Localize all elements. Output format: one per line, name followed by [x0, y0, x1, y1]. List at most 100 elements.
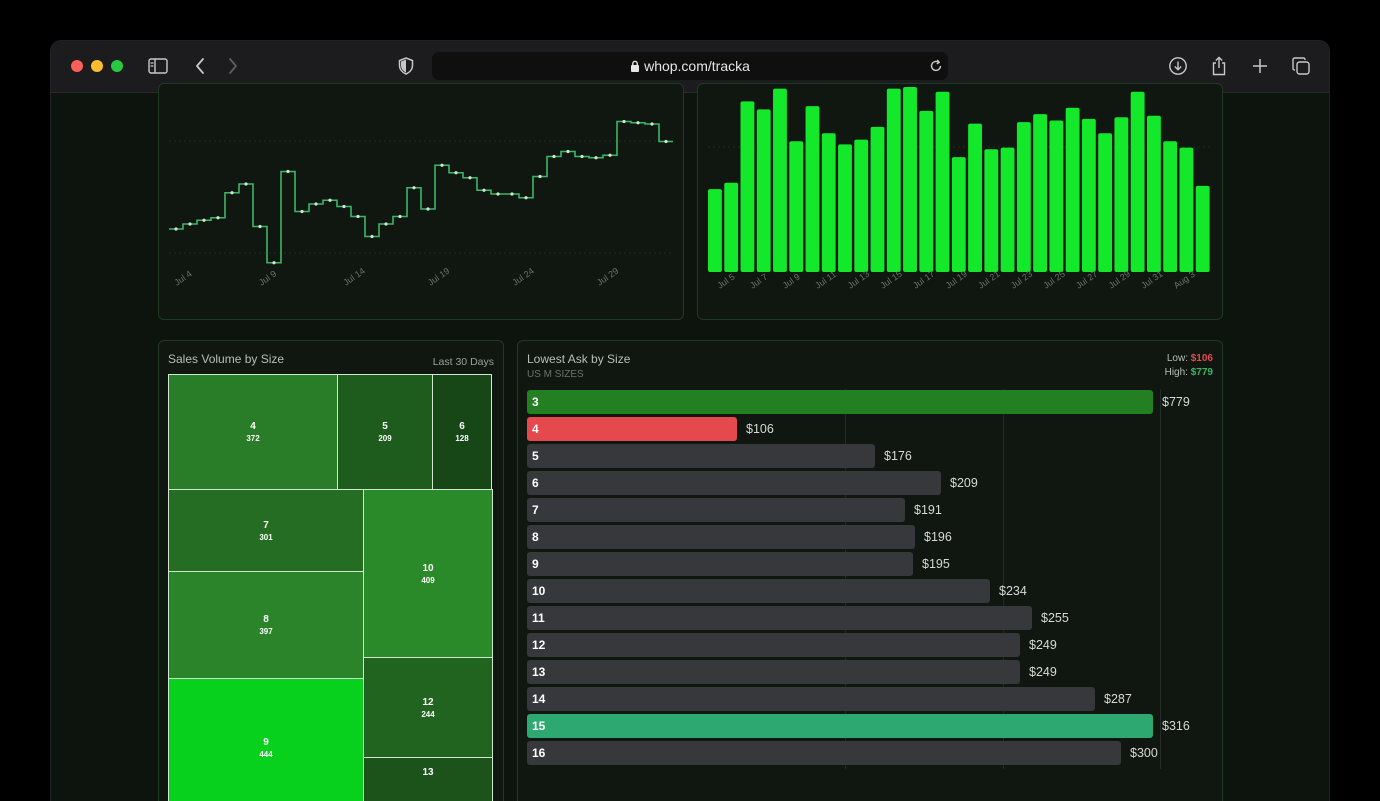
- sales-bar: [773, 88, 787, 273]
- sales-bar: [789, 141, 804, 272]
- price-point: [174, 227, 178, 231]
- ask-row-size-5[interactable]: 5 $176: [527, 444, 1217, 468]
- sales-bar: [903, 87, 917, 272]
- lowest-ask-panel: Lowest Ask by Size US M SIZES Low: $106 …: [517, 340, 1223, 801]
- price-point: [482, 188, 486, 192]
- ask-bar-size: 9: [532, 557, 539, 571]
- sidebar-icon[interactable]: [146, 54, 170, 78]
- treemap-cell-size-4[interactable]: 4 372: [168, 374, 338, 490]
- ask-bar-size: 16: [532, 746, 546, 760]
- ask-row-size-8[interactable]: 8 $196: [527, 525, 1217, 549]
- sales-bar: [984, 149, 999, 272]
- sales-volume-panel: Sales Volume by Size Last 30 Days 4 372 5 2…: [158, 340, 504, 801]
- treemap-cell-size-5[interactable]: 5 209: [337, 374, 433, 490]
- sales-bar: [1130, 91, 1145, 272]
- price-point: [510, 192, 514, 196]
- ask-bar: 9: [527, 552, 913, 576]
- price-point: [622, 119, 626, 124]
- download-icon[interactable]: [1166, 54, 1190, 78]
- minimize-window-button[interactable]: [91, 60, 103, 72]
- shield-icon[interactable]: [394, 54, 418, 78]
- daily-sales-chart: Jul 5 Jul 7 Jul 9 Jul 11 Jul 13 Jul 15 Jul 17 J…: [708, 87, 1212, 291]
- price-point: [230, 191, 234, 195]
- price-line: [169, 120, 673, 264]
- sales-bar: [1081, 118, 1096, 273]
- price-point: [202, 218, 206, 222]
- ask-row-size-15[interactable]: 15 $316: [527, 714, 1217, 738]
- sales-bar: [756, 109, 771, 272]
- ask-bar-price: $176: [884, 449, 912, 463]
- new-tab-icon[interactable]: [1248, 54, 1272, 78]
- ask-bar-list: 3 $779 4 $106 5 $176 6 $209 7 $191 8 $196 9 $195 10 $23…: [518, 390, 1222, 770]
- sales-bar: [1114, 117, 1129, 272]
- lowest-ask-subtitle: US M SIZES: [527, 369, 584, 380]
- ask-bar-size: 15: [532, 719, 546, 733]
- treemap-cell-volume: 244: [421, 709, 435, 719]
- price-point: [216, 216, 220, 220]
- ask-bar-size: 8: [532, 530, 539, 544]
- price-range-legend: Low: $106 High: $779: [1165, 352, 1213, 380]
- zoom-window-button[interactable]: [111, 60, 123, 72]
- sales-x-tick: Jul 9: [781, 272, 802, 291]
- price-x-tick: Jul 9: [257, 269, 278, 288]
- share-icon[interactable]: [1207, 54, 1231, 78]
- ask-bar-price: $249: [1029, 665, 1057, 679]
- ask-row-size-6[interactable]: 6 $209: [527, 471, 1217, 495]
- price-point: [650, 122, 654, 126]
- price-point: [272, 261, 276, 265]
- treemap-cell-size: 8: [263, 614, 269, 625]
- ask-bar-size: 4: [532, 422, 539, 436]
- price-point: [496, 192, 500, 196]
- ask-row-size-13[interactable]: 13 $249: [527, 660, 1217, 684]
- treemap-cell-size-8[interactable]: 8 397: [168, 571, 364, 679]
- sales-bar: [1195, 185, 1210, 272]
- treemap-cell-size: 12: [422, 696, 434, 708]
- treemap-cell-volume: 409: [421, 575, 435, 585]
- treemap-cell-size-7[interactable]: 7 301: [168, 489, 364, 572]
- lock-icon: [631, 60, 640, 72]
- ask-row-size-4[interactable]: 4 $106: [527, 417, 1217, 441]
- treemap-cell-size-6[interactable]: 6 128: [432, 374, 492, 490]
- ask-row-size-11[interactable]: 11 $255: [527, 606, 1217, 630]
- ask-bar-price: $106: [746, 422, 774, 436]
- ask-bar-size: 12: [532, 638, 546, 652]
- sales-bar: [724, 182, 739, 272]
- forward-icon[interactable]: [221, 54, 245, 78]
- sales-x-tick: Jul 5: [715, 272, 736, 291]
- ask-bar-size: 11: [532, 611, 545, 625]
- url-text: whop.com/tracka: [644, 58, 750, 74]
- sales-bar: [838, 144, 852, 272]
- price-point: [524, 196, 528, 200]
- treemap-cell-size-9[interactable]: 9 444: [168, 678, 364, 801]
- url-display[interactable]: whop.com/tracka: [432, 58, 948, 74]
- price-point: [426, 207, 430, 211]
- treemap-cell-volume: 397: [259, 627, 273, 636]
- treemap-cell-size: 4: [250, 421, 256, 432]
- ask-row-size-16[interactable]: 16 $300: [527, 741, 1217, 765]
- ask-row-size-3[interactable]: 3 $779: [527, 390, 1217, 414]
- ask-row-size-10[interactable]: 10 $234: [527, 579, 1217, 603]
- treemap-cell-volume: 372: [246, 434, 260, 443]
- ask-row-size-14[interactable]: 14 $287: [527, 687, 1217, 711]
- ask-row-size-9[interactable]: 9 $195: [527, 552, 1217, 576]
- back-icon[interactable]: [188, 54, 212, 78]
- treemap-cell-size-10[interactable]: 10 409: [363, 489, 493, 658]
- price-x-tick: Jul 19: [426, 266, 451, 288]
- ask-bar: 13: [527, 660, 1020, 684]
- tabs-icon[interactable]: [1289, 54, 1313, 78]
- ask-row-size-12[interactable]: 12 $249: [527, 633, 1217, 657]
- treemap-cell-size-13[interactable]: 13: [363, 757, 493, 801]
- sales-bar: [1098, 133, 1113, 272]
- close-window-button[interactable]: [71, 60, 83, 72]
- ask-bar: 5: [527, 444, 875, 468]
- address-bar[interactable]: whop.com/tracka: [432, 52, 948, 80]
- ask-bar-price: $209: [950, 476, 978, 490]
- treemap-cell-size: 10: [422, 562, 434, 574]
- ask-row-size-7[interactable]: 7 $191: [527, 498, 1217, 522]
- price-point: [314, 202, 318, 206]
- treemap-cell-size-12[interactable]: 12 244: [363, 657, 493, 758]
- price-point: [636, 121, 640, 125]
- ask-bar: 16: [527, 741, 1121, 765]
- ask-bar-size: 3: [532, 395, 539, 409]
- reload-icon[interactable]: [924, 54, 948, 78]
